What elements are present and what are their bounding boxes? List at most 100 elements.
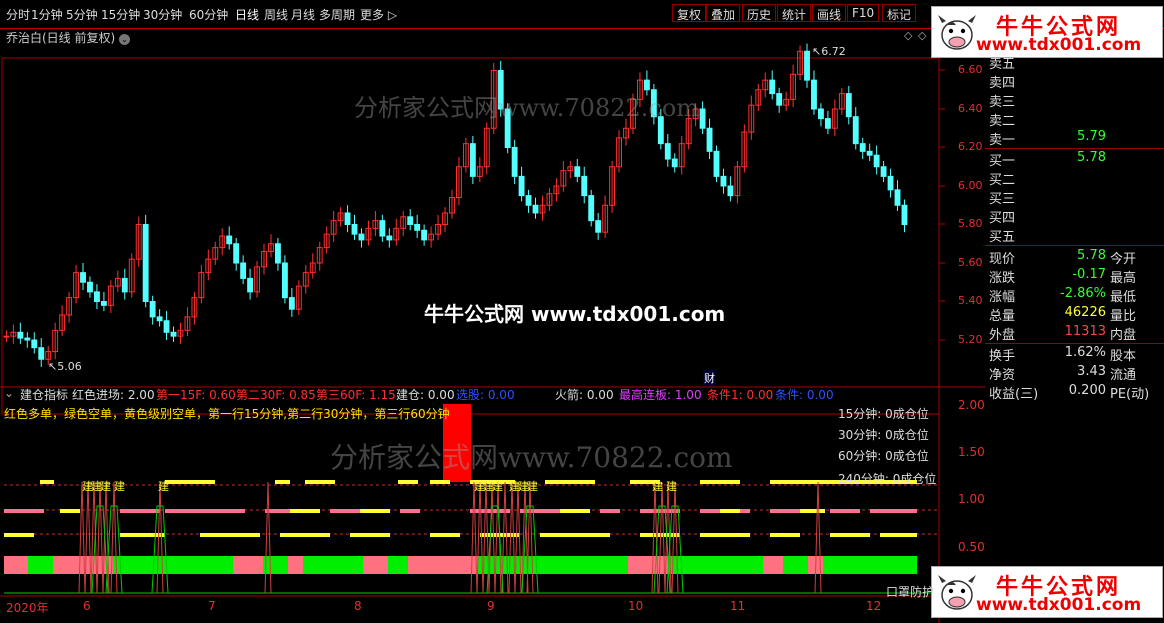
period-tab-day[interactable]: 日线 (235, 6, 259, 23)
spike-signal (156, 481, 164, 594)
candle-body (887, 175, 894, 191)
candle-body (247, 277, 254, 293)
period-tab-multi[interactable]: 多周期 (319, 6, 355, 23)
spike-signal (264, 481, 272, 594)
f10-button[interactable]: F10 (847, 4, 880, 22)
level-segment (290, 509, 320, 513)
candle-body (776, 93, 783, 106)
period-tab-30min[interactable]: 30分钟 (143, 6, 182, 23)
candle-body (727, 185, 734, 197)
stats-button[interactable]: 统计 (777, 4, 812, 22)
level-segment (560, 509, 590, 513)
logo-url: www.tdx001.com (976, 595, 1142, 615)
period-tab-60min[interactable]: 60分钟 (189, 6, 228, 23)
indicator-axis-label: 1.00 (958, 492, 985, 506)
candle-body (713, 150, 720, 177)
period-tab-month[interactable]: 月线 (291, 6, 315, 23)
stat-row: 涨幅 -2.86% 最低 (989, 286, 1137, 305)
candle-body (706, 127, 713, 152)
date-tick-label: 6 (83, 599, 91, 613)
history-button[interactable]: 历史 (742, 4, 777, 22)
position-bar-block (363, 556, 388, 574)
buy-2-row: 买二 (989, 173, 1016, 188)
stat-row: 换手 1.62% 股本 (989, 345, 1137, 364)
candle-body (379, 220, 386, 237)
arrow-left-icon: ↖ (812, 45, 822, 58)
candle-body (344, 212, 351, 225)
candle-body (3, 335, 10, 338)
level-segment (770, 533, 800, 537)
indicator-value: 最高连板: 1.00 (619, 388, 702, 402)
candle-body (532, 204, 539, 214)
buy-1-row: 买一 5.78 (989, 150, 1106, 169)
level-segment (540, 533, 610, 537)
indicator-name[interactable]: 建仓指标 (20, 386, 68, 403)
spike-signal (96, 481, 104, 594)
cow-logo-icon (938, 575, 976, 610)
position-bar-block (783, 556, 808, 574)
candle-body (288, 297, 295, 310)
quote-panel: 卖五 卖四 卖三 卖二 卖一 5.79 买一 5.78 买二 买三 买四 买五 现价… (985, 57, 1164, 623)
buy-3-row: 买三 (989, 192, 1016, 207)
spike-signal (671, 481, 679, 594)
price-tick-label: 6.40 (958, 102, 983, 115)
level-segment (700, 480, 740, 484)
draw-button[interactable]: 画线 (812, 4, 847, 22)
spike-signal (102, 481, 110, 594)
level-segment (398, 480, 418, 484)
more-label: 更多 (360, 8, 385, 22)
sell-2-row: 卖二 (989, 114, 1016, 129)
overlay-button[interactable]: 叠加 (706, 4, 741, 22)
build-signal-label: 建 (100, 480, 111, 493)
low-price-label: 5.06 (57, 360, 82, 373)
level-segment (430, 533, 460, 537)
period-tab-fenshi[interactable]: 分时 (6, 6, 30, 23)
candle-body (94, 291, 100, 302)
candle-body (233, 243, 240, 264)
period-tab-5min[interactable]: 5分钟 (66, 6, 98, 23)
indicator-menu-icon[interactable]: ⌄ (4, 386, 14, 400)
date-tick-label: 2020年 (6, 601, 49, 615)
cow-logo-icon (938, 15, 976, 50)
indicator-lines (4, 404, 937, 594)
period-tab-more[interactable]: 更多 ▷ (360, 6, 397, 23)
level-segment (830, 533, 870, 537)
price-tick-label: 6.20 (958, 140, 983, 153)
watermark-text: 分析家公式网www.70822.com (330, 441, 733, 474)
candle-body (24, 337, 31, 341)
spike-signal (476, 481, 484, 594)
candle-body (414, 224, 421, 231)
stat-row: 现价 5.78 今开 (989, 248, 1137, 267)
fuquan-button[interactable]: 复权 (672, 4, 707, 22)
site-logo-badge: 牛牛公式网 www.tdx001.com (931, 6, 1163, 58)
stat-row: 净资 3.43 流通 (989, 364, 1137, 383)
mark-button[interactable]: 标记 (882, 4, 917, 22)
price-ticks (939, 69, 945, 341)
candle-body (518, 175, 525, 197)
buy-5-row: 买五 (989, 230, 1016, 245)
position-bar-block (763, 556, 783, 574)
candle-body (80, 272, 86, 283)
position-30min: 30分钟: 0成仓位 (838, 428, 929, 442)
candle-body (275, 243, 281, 264)
period-tab-15min[interactable]: 15分钟 (101, 6, 140, 23)
candle-body (595, 220, 602, 233)
high-price-marker: ↖6.72 (812, 45, 846, 58)
high-price-label: 6.72 (821, 45, 846, 58)
position-bar-block (823, 556, 917, 574)
build-signal-label: 建 (158, 480, 169, 493)
spike-signal (514, 481, 522, 594)
position-bar-block (408, 556, 478, 574)
position-bar-block (28, 556, 53, 574)
finance-marker[interactable]: 财 (703, 370, 716, 386)
level-segment (770, 480, 820, 484)
level-segment (700, 533, 750, 537)
date-tick-label: 11 (730, 599, 746, 613)
candle-body (699, 108, 706, 129)
indicator-value: 第二30F: 0.85 (236, 388, 316, 402)
site-logo-badge: 牛牛公式网 www.tdx001.com (931, 566, 1163, 618)
period-tab-week[interactable]: 周线 (264, 6, 288, 23)
indicator-value: 第三60F: 1.15 (316, 388, 396, 402)
indicator-value: 条件1: 0.00 (707, 388, 774, 402)
period-tab-1min[interactable]: 1分钟 (31, 6, 63, 23)
